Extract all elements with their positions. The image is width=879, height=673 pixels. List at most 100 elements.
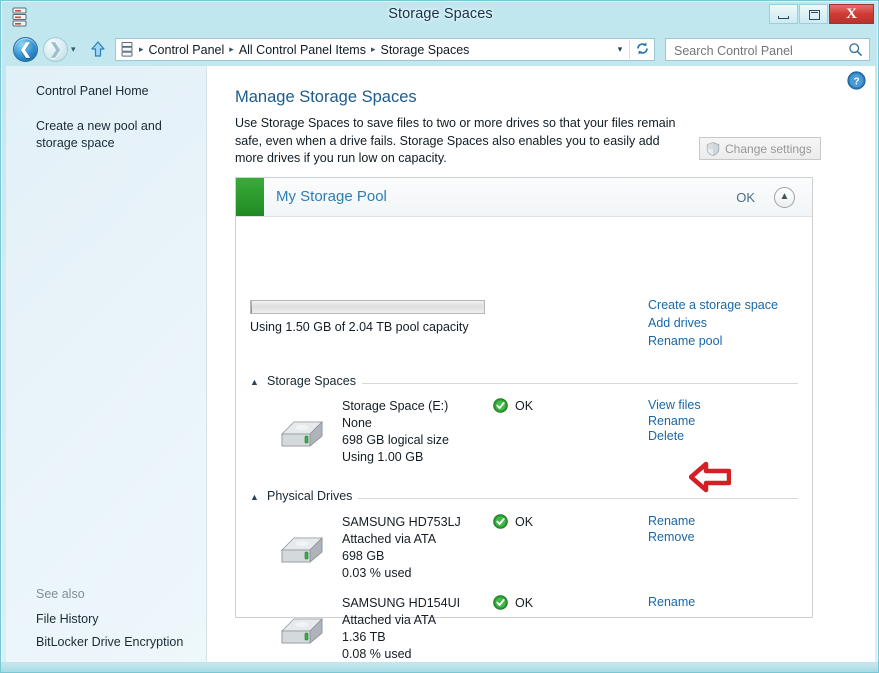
uac-shield-icon xyxy=(706,141,720,156)
window-controls: X xyxy=(768,4,874,24)
back-button[interactable]: ❮ xyxy=(13,37,38,62)
storage-space-action-view-files[interactable]: View files xyxy=(648,398,701,414)
storage-space-status-label: OK xyxy=(515,398,534,413)
physical-drive-status-label: OK xyxy=(515,514,534,529)
physical-drive-status: OK xyxy=(493,514,533,529)
recent-pages-dropdown[interactable]: ▾ xyxy=(71,45,83,55)
change-settings-label: Change settings xyxy=(725,141,812,156)
main-panel: ? Manage Storage Spaces Use Storage Spac… xyxy=(206,66,875,672)
physical-drive-action-rename[interactable]: Rename xyxy=(648,514,695,530)
pool-collapse-button[interactable]: ▲ xyxy=(774,187,795,208)
physical-drive-info: SAMSUNG HD753LJ Attached via ATA 698 GB … xyxy=(342,514,461,582)
close-icon: X xyxy=(846,6,857,22)
pool-capacity-bar xyxy=(250,300,485,314)
physical-drive-row: SAMSUNG HD154UI Attached via ATA 1.36 TB… xyxy=(250,595,798,669)
storage-space-action-delete[interactable]: Delete xyxy=(648,429,701,445)
section-header-storage-spaces: ▲ Storage Spaces xyxy=(250,374,798,392)
physical-drive-size: 698 GB xyxy=(342,549,385,563)
chevron-up-icon: ▲ xyxy=(779,191,790,202)
window-bottom-edge xyxy=(1,662,878,672)
sidebar-item-control-panel-home[interactable]: Control Panel Home xyxy=(36,83,149,100)
breadcrumb-item-storage-spaces[interactable]: Storage Spaces xyxy=(377,41,472,59)
pool-action-create-a-storage-space[interactable]: Create a storage space xyxy=(648,296,778,314)
change-settings-button[interactable]: Change settings xyxy=(699,137,821,160)
pool-action-add-drives[interactable]: Add drives xyxy=(648,314,778,332)
navigation-bar: ❮ ❯ ▾ ▸ Control Panel ▸ All Control Pane… xyxy=(1,33,878,66)
physical-drive-actions: Rename Remove xyxy=(648,514,695,545)
breadcrumb-separator-1: ▸ xyxy=(229,44,234,54)
pool-name[interactable]: My Storage Pool xyxy=(276,188,387,205)
green-check-icon xyxy=(493,398,508,413)
search-icon[interactable] xyxy=(848,42,863,57)
storage-space-used: Using 1.00 GB xyxy=(342,450,424,464)
breadcrumb-separator-0: ▸ xyxy=(139,44,144,54)
up-button[interactable] xyxy=(90,41,106,58)
minimize-button[interactable] xyxy=(769,4,798,24)
storage-space-status: OK xyxy=(493,398,533,413)
physical-drive-used: 0.03 % used xyxy=(342,566,412,580)
storage-space-resiliency: None xyxy=(342,416,372,430)
storage-space-info: Storage Space (E:) None 698 GB logical s… xyxy=(342,398,449,466)
storage-spaces-window: Storage Spaces X ❮ ❯ ▾ ▸ Control Panel ▸… xyxy=(0,0,879,673)
green-check-icon xyxy=(493,595,508,610)
storage-space-action-rename[interactable]: Rename xyxy=(648,414,701,430)
search-box[interactable] xyxy=(665,38,870,61)
physical-drive-row: SAMSUNG HD753LJ Attached via ATA 698 GB … xyxy=(250,514,798,588)
green-check-icon xyxy=(493,514,508,529)
physical-drive-action-remove[interactable]: Remove xyxy=(648,530,695,546)
sidebar-see-also-heading: See also xyxy=(36,587,85,601)
content-area: Control Panel Home Create a new pool and… xyxy=(6,66,875,672)
hard-drive-icon xyxy=(278,412,326,452)
section-chevron-physical-drives-icon[interactable]: ▲ xyxy=(250,492,259,502)
physical-drive-status-label: OK xyxy=(515,595,534,610)
address-bar[interactable]: ▸ Control Panel ▸ All Control Panel Item… xyxy=(115,38,655,61)
title-bar: Storage Spaces X xyxy=(1,1,878,33)
pool-action-rename-pool[interactable]: Rename pool xyxy=(648,332,778,350)
breadcrumb-separator-2: ▸ xyxy=(370,44,376,54)
window-title: Storage Spaces xyxy=(388,6,493,22)
physical-drive-attachment: Attached via ATA xyxy=(342,532,437,546)
hard-drive-icon xyxy=(278,609,326,649)
section-chevron-storage-spaces-icon[interactable]: ▲ xyxy=(250,377,259,387)
maximize-button[interactable] xyxy=(799,4,828,24)
storage-pool-header: My Storage Pool OK ▲ xyxy=(236,178,812,217)
physical-drive-name: SAMSUNG HD154UI xyxy=(342,596,461,610)
forward-button[interactable]: ❯ xyxy=(43,37,68,62)
physical-drive-action-rename[interactable]: Rename xyxy=(648,595,695,611)
storage-pool-card: My Storage Pool OK ▲ Using 1.50 GB of 2.… xyxy=(235,177,813,661)
physical-drive-status: OK xyxy=(493,595,533,610)
pool-color-swatch xyxy=(236,178,264,216)
pool-capacity-text: Using 1.50 GB of 2.04 TB pool capacity xyxy=(250,320,469,334)
sidebar-item-create-new-pool[interactable]: Create a new pool and storage space xyxy=(36,118,206,152)
refresh-button[interactable] xyxy=(630,41,654,58)
sidebar-item-file-history[interactable]: File History xyxy=(36,611,99,628)
storage-space-size: 698 GB logical size xyxy=(342,433,450,447)
address-dropdown-icon[interactable]: ▾ xyxy=(611,44,629,55)
address-bar-icon xyxy=(121,42,134,57)
section-title-physical-drives: Physical Drives xyxy=(267,489,359,503)
storage-space-actions: View files Rename Delete xyxy=(648,398,701,445)
red-left-arrow-icon xyxy=(688,460,732,494)
svg-text:?: ? xyxy=(853,77,859,88)
hard-drive-icon xyxy=(278,528,326,568)
forward-arrow-icon: ❯ xyxy=(49,41,62,58)
pool-status-badge: OK xyxy=(736,190,755,205)
help-icon[interactable]: ? xyxy=(847,71,866,90)
page-description: Use Storage Spaces to save files to two … xyxy=(235,116,676,165)
physical-drive-size: 1.36 TB xyxy=(342,630,386,644)
search-input[interactable] xyxy=(672,41,841,60)
physical-drive-used: 0.08 % used xyxy=(342,647,412,661)
pool-capacity-fill xyxy=(251,301,252,313)
physical-drive-attachment: Attached via ATA xyxy=(342,613,437,627)
physical-drive-name: SAMSUNG HD753LJ xyxy=(342,515,461,529)
breadcrumb-item-control-panel[interactable]: Control Panel xyxy=(146,41,228,59)
breadcrumb: ▸ Control Panel ▸ All Control Panel Item… xyxy=(137,41,611,59)
breadcrumb-item-all-control-panel-items[interactable]: All Control Panel Items xyxy=(236,41,369,59)
physical-drive-info: SAMSUNG HD154UI Attached via ATA 1.36 TB… xyxy=(342,595,460,663)
sidebar: Control Panel Home Create a new pool and… xyxy=(6,66,206,670)
sidebar-item-bitlocker-drive-encryption[interactable]: BitLocker Drive Encryption xyxy=(36,634,183,651)
maximize-icon xyxy=(809,10,820,20)
physical-drive-actions: Rename xyxy=(648,595,695,611)
storage-space-name: Storage Space (E:) xyxy=(342,399,449,413)
close-button[interactable]: X xyxy=(829,4,874,24)
